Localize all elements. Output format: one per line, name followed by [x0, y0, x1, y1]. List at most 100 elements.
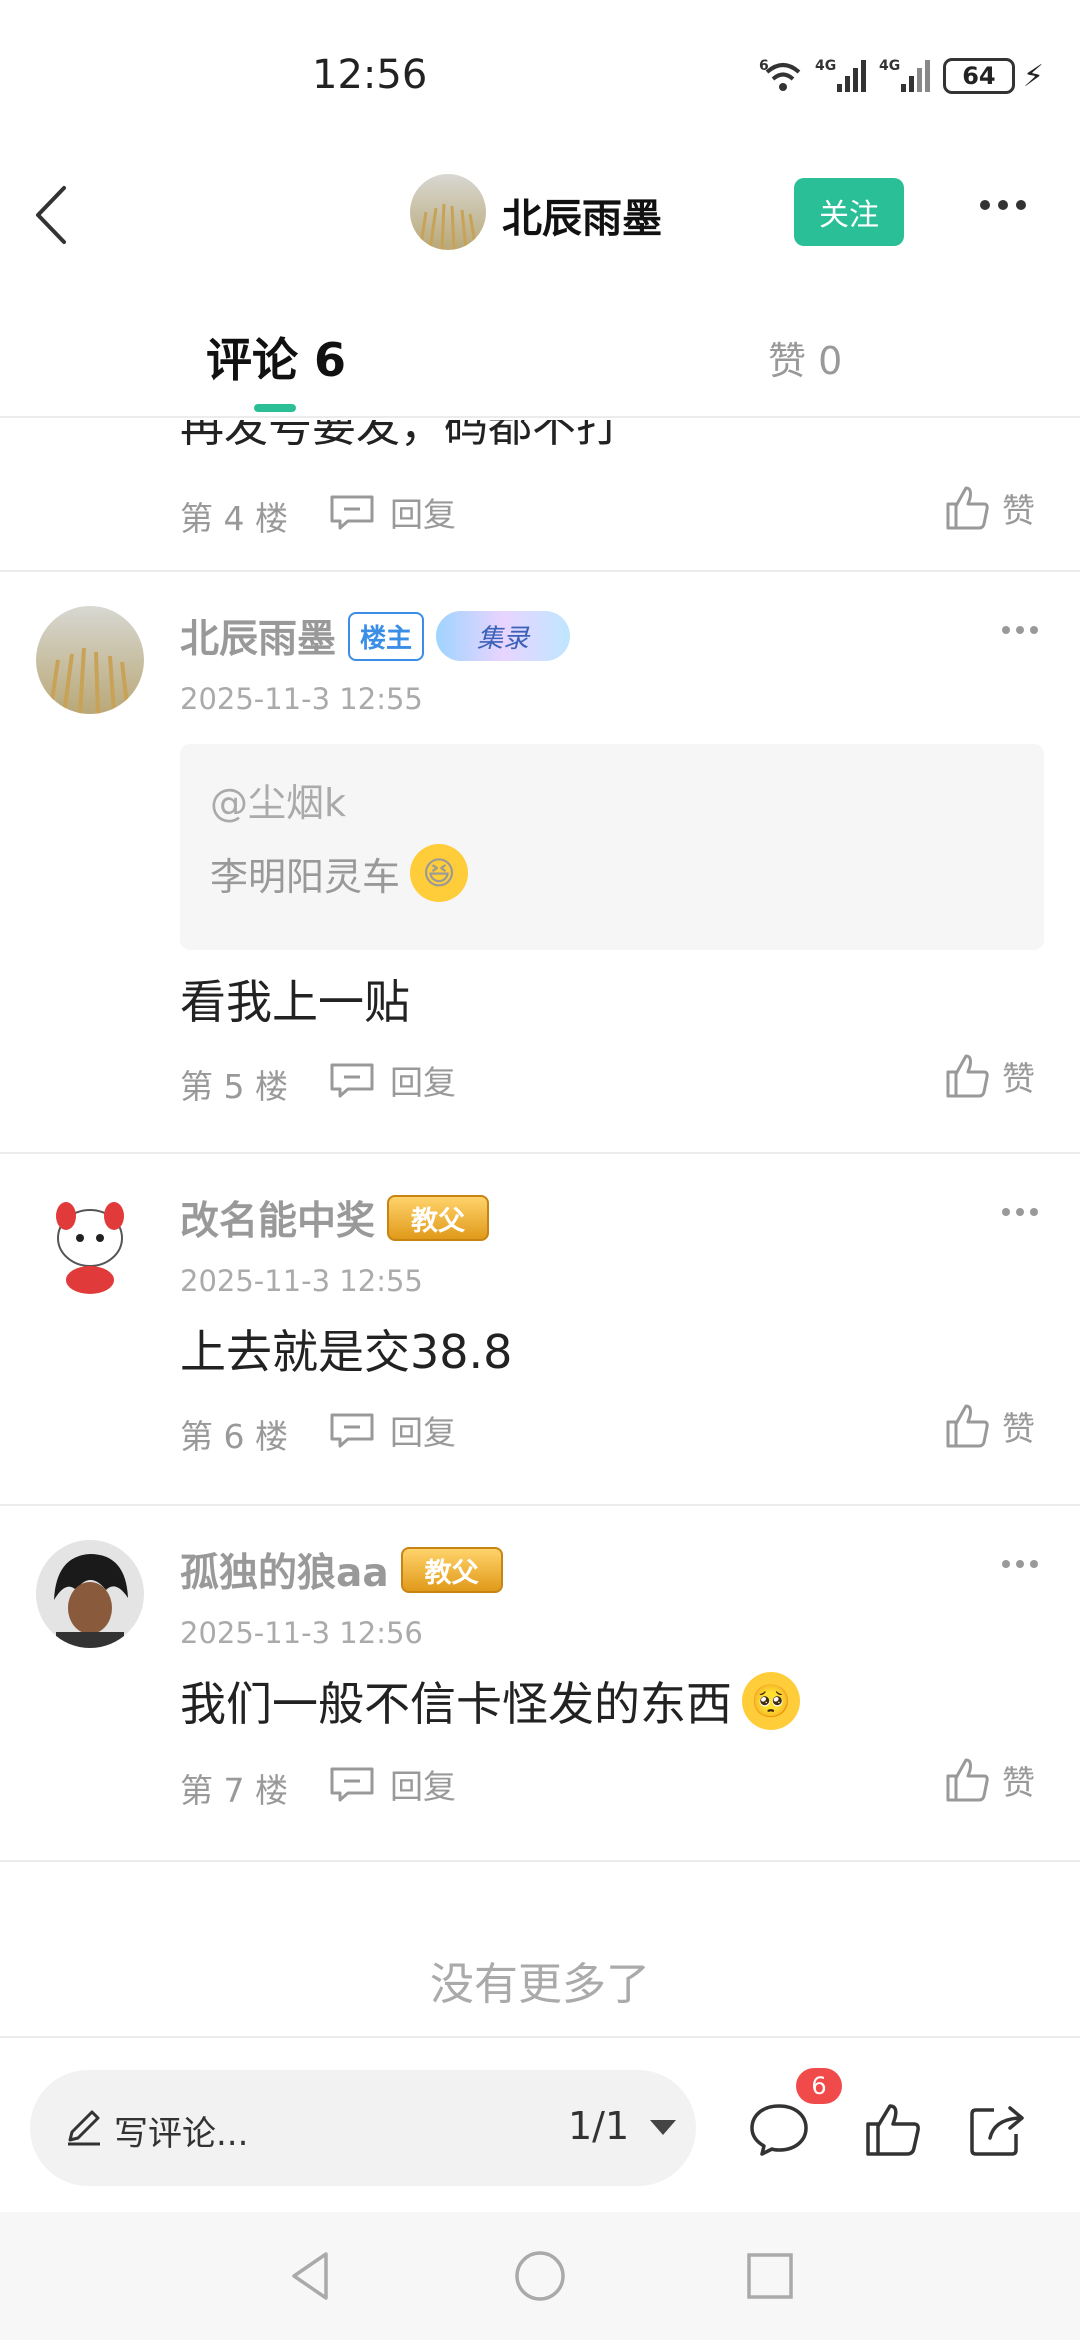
status-time: 12:56 [312, 52, 428, 98]
system-nav-bar [0, 2212, 1080, 2340]
comment-more-icon[interactable] [1002, 1208, 1038, 1216]
page-indicator[interactable]: 1/1 [568, 2104, 629, 2148]
comment-icon[interactable] [748, 2100, 810, 2158]
comment-footer: 第 4 楼 回复 赞 [0, 484, 1080, 544]
pen-icon [68, 2110, 100, 2146]
tab-indicator [254, 404, 296, 412]
comment-item: 改名能中奖 教父 2025-11-3 12:55 上去就是交38.8 第 6 楼… [0, 1154, 1080, 1504]
username[interactable]: 孤独的狼aa [180, 1542, 389, 1598]
header: 北辰雨墨 关注 [0, 150, 1080, 280]
comment-text: 我们一般不信卡怪发的东西 🥺 [180, 1668, 800, 1734]
comment-text-content: 看我上一贴 [180, 975, 410, 1029]
follow-button[interactable]: 关注 [794, 178, 904, 246]
floor-label: 第 6 楼 [180, 1417, 288, 1456]
avatar[interactable] [36, 1188, 144, 1296]
tab-bar: 评论 6 赞 0 [0, 300, 1080, 418]
quote-text: 李明阳灵车 😆 [210, 844, 469, 902]
header-username[interactable]: 北辰雨墨 [502, 186, 662, 244]
comment-more-icon[interactable] [1002, 1560, 1038, 1568]
comment-item: 北辰雨墨 楼主 集录 2025-11-3 12:55 @尘烟k 李明阳灵车 😆 … [0, 572, 1080, 1152]
like-button[interactable]: 赞 [944, 484, 1035, 532]
timestamp: 2025-11-3 12:56 [180, 1616, 423, 1650]
reply-label: 回复 [390, 495, 456, 534]
reply-button[interactable]: 回复 [328, 488, 456, 536]
timestamp: 2025-11-3 12:55 [180, 1264, 423, 1298]
thumbs-up-icon [946, 1404, 989, 1448]
bottom-action-bar: 写评论... 1/1 6 [0, 2036, 1080, 2212]
reply-label: 回复 [390, 1063, 456, 1102]
reply-button[interactable]: 回复 [328, 1760, 456, 1808]
like-label: 赞 [1002, 1409, 1035, 1448]
comment-text: 上去就是交38.8 [180, 1316, 512, 1382]
floor-label: 第 4 楼 [180, 499, 288, 538]
reply-label: 回复 [390, 1767, 456, 1806]
thumbs-up-icon[interactable] [862, 2100, 924, 2158]
floor-label: 第 7 楼 [180, 1771, 288, 1810]
thumbs-up-icon [946, 1054, 989, 1098]
name-line: 孤独的狼aa 教父 [180, 1542, 503, 1598]
battery-icon: 64 [942, 58, 1015, 94]
username[interactable]: 改名能中奖 [180, 1190, 375, 1246]
quote-mention[interactable]: @尘烟k [210, 772, 346, 827]
reply-icon [330, 1413, 374, 1448]
comment-item: 孤独的狼aa 教父 2025-11-3 12:56 我们一般不信卡怪发的东西 🥺… [0, 1506, 1080, 1860]
reply-icon [330, 1767, 374, 1802]
divider [0, 1860, 1080, 1862]
rank-badge: 教父 [387, 1195, 490, 1241]
tab-comments[interactable]: 评论 6 [206, 324, 346, 390]
comment-text: 看我上一贴 [180, 966, 410, 1032]
like-button[interactable]: 赞 [944, 1756, 1035, 1804]
reply-icon [330, 1063, 374, 1098]
signal-icon-2: 4G [879, 58, 930, 92]
status-bar: 12:56 6 4G 4G 64 ⚡ [0, 0, 1080, 150]
nav-recents-icon[interactable] [740, 2246, 800, 2306]
username[interactable]: 北辰雨墨 [180, 608, 336, 664]
comment-text-content: 我们一般不信卡怪发的东西 [180, 1677, 732, 1731]
comment-footer: 第 7 楼 回复 赞 [0, 1756, 1080, 1816]
no-more-text: 没有更多了 [430, 1959, 650, 2010]
nav-home-icon[interactable] [510, 2246, 570, 2306]
tab-likes[interactable]: 赞 0 [768, 330, 842, 385]
svg-text:4G: 4G [815, 58, 836, 74]
chevron-down-icon[interactable] [650, 2120, 676, 2135]
reply-icon [330, 495, 374, 530]
quote-text-content: 李明阳灵车 [210, 854, 401, 899]
comment-more-icon[interactable] [1002, 626, 1038, 634]
thumbs-up-icon [946, 486, 989, 530]
signal-icon: 4G [815, 58, 866, 92]
header-avatar[interactable] [410, 174, 486, 250]
nav-back-icon[interactable] [280, 2246, 340, 2306]
like-label: 赞 [1002, 491, 1035, 530]
like-label: 赞 [1002, 1059, 1035, 1098]
decoration-badge: 集录 [436, 611, 571, 661]
comment-count-badge: 6 [796, 2068, 842, 2104]
avatar[interactable] [36, 1540, 144, 1648]
name-line: 改名能中奖 教父 [180, 1190, 490, 1246]
wifi-icon: 6 [759, 58, 801, 91]
floor-label: 第 5 楼 [180, 1067, 288, 1106]
avatar[interactable] [36, 606, 144, 714]
comment-feed[interactable]: 再发号要发，码都不打 第 4 楼 回复 赞 北辰雨墨 楼主 集录 2025-11… [0, 420, 1080, 2036]
reply-button[interactable]: 回复 [328, 1406, 456, 1454]
host-badge: 楼主 [348, 611, 425, 661]
write-comment-input[interactable]: 写评论... 1/1 [30, 2070, 696, 2186]
reply-button[interactable]: 回复 [328, 1056, 456, 1104]
like-label: 赞 [1002, 1763, 1035, 1802]
laughing-tears-emoji-icon: 😆 [410, 844, 469, 902]
comment-footer: 第 5 楼 回复 赞 [0, 1052, 1080, 1112]
more-icon[interactable] [980, 200, 1026, 210]
comment-text-cutoff: 再发号要发，码都不打 [180, 420, 620, 452]
charging-icon: ⚡ [1022, 58, 1044, 94]
rank-badge: 教父 [400, 1547, 503, 1593]
status-icons: 6 4G 4G 64 ⚡ [759, 56, 1044, 96]
timestamp: 2025-11-3 12:55 [180, 682, 423, 716]
reply-label: 回复 [390, 1413, 456, 1452]
quote-box[interactable]: @尘烟k 李明阳灵车 😆 [180, 744, 1044, 950]
like-button[interactable]: 赞 [944, 1402, 1035, 1450]
comment-text-content: 上去就是交38.8 [180, 1325, 513, 1379]
back-icon[interactable] [28, 182, 78, 248]
name-line: 北辰雨墨 楼主 集录 [180, 608, 571, 664]
thumbs-up-icon [946, 1758, 989, 1802]
like-button[interactable]: 赞 [944, 1052, 1035, 1100]
share-icon[interactable] [966, 2100, 1028, 2158]
